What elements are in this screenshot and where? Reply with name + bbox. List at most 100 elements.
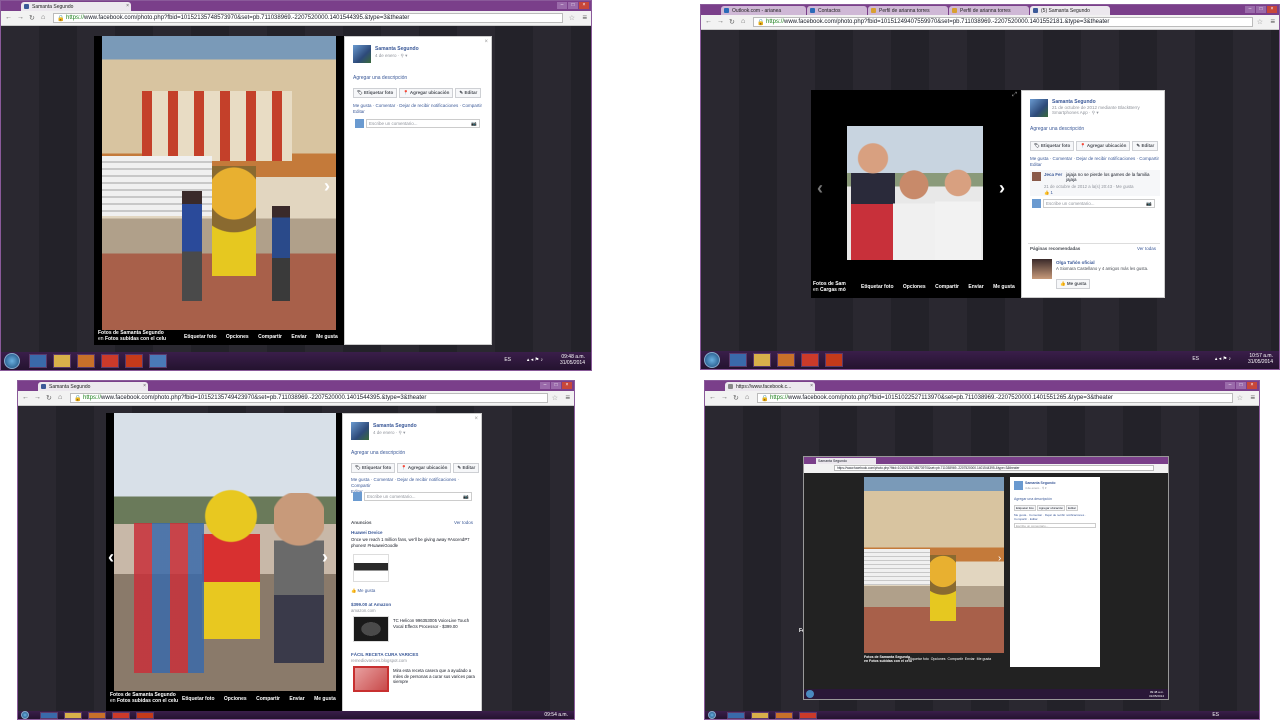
avatar[interactable] [351,422,369,440]
chrome-icon[interactable] [799,712,817,719]
tag-photo-link[interactable]: Etiquetar foto [184,334,217,340]
forward-icon[interactable]: → [717,18,724,25]
close-tab-icon[interactable]: × [126,3,129,9]
like-link[interactable]: Me gusta [316,334,338,340]
ad3-title[interactable]: FÁCIL RECETA CURA VARICES [351,652,418,657]
address-bar[interactable]: 🔒 https://www.facebook.com/photo.php?fbi… [53,13,563,23]
share-link[interactable]: Compartir [258,334,282,340]
internet-explorer-icon[interactable] [727,712,745,719]
media-player-icon[interactable] [77,354,95,368]
caption-album-link[interactable]: Fotos subidas con el celu [105,336,166,342]
menu-icon[interactable]: ≡ [582,13,587,22]
edit-button[interactable]: ✎ Editar [453,463,480,473]
maximize-button[interactable]: □ [1256,6,1266,13]
windows-start-icon[interactable] [21,711,29,719]
caption-album-link[interactable]: Fotos subidas con el celu [117,698,178,704]
minimize-button[interactable]: – [540,382,550,389]
powerpoint-icon[interactable] [825,353,843,367]
ad1-image[interactable] [353,554,389,582]
reload-icon[interactable]: ↻ [29,14,35,22]
back-icon[interactable]: ← [5,14,12,21]
maximize-button[interactable]: □ [568,2,578,9]
windows-start-icon[interactable] [708,711,716,719]
close-window-button[interactable]: × [1267,6,1277,13]
options-link[interactable]: Opciones [224,696,247,702]
clock[interactable]: 09:54 a.m. [544,712,568,718]
ad3-image[interactable] [353,666,389,692]
send-link[interactable]: Enviar [968,284,983,290]
post-date[interactable]: 21 de octubre de 2012 mediante BlackBerr… [1052,105,1160,115]
powerpoint-icon[interactable] [125,354,143,368]
windows-start-icon[interactable] [4,353,20,369]
maximize-button[interactable]: □ [1236,382,1246,389]
language-indicator[interactable]: ES [504,357,511,363]
prev-photo-arrow[interactable]: ‹ [817,178,823,199]
photo-family-lego[interactable] [114,413,336,691]
edit-button[interactable]: ✎ Editar [1132,141,1159,151]
recommended-name[interactable]: Olga Tañón oficial [1056,260,1095,265]
add-description-link[interactable]: Agregar una descripción [353,75,407,81]
chrome-icon[interactable] [101,354,119,368]
post-actions-line[interactable]: Me gusta · Comentar · Dejar de recibir n… [353,103,482,108]
file-explorer-icon[interactable] [53,354,71,368]
back-icon[interactable]: ← [705,18,712,25]
ads-see-all-link[interactable]: Ver todos [454,520,473,525]
add-location-button[interactable]: 📍 Agregar ubicación [1076,141,1131,151]
home-icon[interactable]: ⌂ [58,394,62,401]
commenter-avatar[interactable] [1032,172,1041,181]
close-tab-icon[interactable]: × [810,383,813,389]
options-link[interactable]: Opciones [903,284,926,290]
home-icon[interactable]: ⌂ [41,14,45,21]
menu-icon[interactable]: ≡ [1250,393,1255,402]
menu-icon[interactable]: ≡ [1270,17,1275,26]
reload-icon[interactable]: ↻ [729,18,735,26]
chrome-icon[interactable] [112,712,130,719]
file-explorer-icon[interactable] [64,712,82,719]
ad1-title[interactable]: Huawei Device [351,530,383,535]
windows-start-icon[interactable] [704,352,720,368]
bookmark-star-icon[interactable]: ☆ [552,394,558,402]
see-all-link[interactable]: Ver todas [1137,246,1156,251]
comment-author[interactable]: Jeca Fer [1044,172,1062,177]
camera-icon[interactable]: 📷 [1146,201,1152,207]
clock[interactable]: 10:57 a.m. 31/05/2014 [1248,353,1273,365]
tag-photo-button[interactable]: 🏷 Etiquetar foto [351,463,396,473]
bookmark-star-icon[interactable]: ☆ [569,14,575,22]
close-window-button[interactable]: × [562,382,572,389]
camera-icon[interactable]: 📷 [471,121,477,127]
post-date[interactable]: 4 de enero · ⚲ ▾ [375,53,407,59]
comment-meta[interactable]: 21 de octubre de 2012 a la(s) 20:43 · Me… [1044,184,1134,189]
comment-input[interactable]: Escribe un comentario... 📷 [364,492,472,501]
home-icon[interactable]: ⌂ [741,18,745,25]
browser-tab[interactable]: Samanta Segundo × [38,382,148,391]
add-location-button[interactable]: 📍 Agregar ubicación [399,88,454,98]
edit-action-link[interactable]: Editar [353,109,365,114]
next-photo-arrow[interactable]: › [324,176,330,197]
minimize-button[interactable]: – [557,2,567,9]
media-player-icon[interactable] [88,712,106,719]
ad1-like-button[interactable]: 👍 Me gusta [351,588,375,594]
send-link[interactable]: Enviar [289,696,304,702]
internet-explorer-icon[interactable] [40,712,58,719]
file-explorer-icon[interactable] [751,712,769,719]
minimize-button[interactable]: – [1225,382,1235,389]
comment-input[interactable]: Escribe un comentario... 📷 [366,119,480,128]
like-link[interactable]: Me gusta [993,284,1015,290]
like-link[interactable]: Me gusta [314,696,336,702]
ad2-title[interactable]: $399.00 at Amazon [351,602,391,607]
like-page-button[interactable]: 👍 Me gusta [1056,279,1091,289]
back-icon[interactable]: ← [709,394,716,401]
options-link[interactable]: Opciones [226,334,249,340]
file-explorer-icon[interactable] [753,353,771,367]
close-window-button[interactable]: × [579,2,589,9]
browser-tab[interactable]: Contactos [807,6,867,15]
address-bar[interactable]: 🔒 https://www.facebook.com/photo.php?fbi… [753,17,1253,27]
share-link[interactable]: Compartir [935,284,959,290]
forward-icon[interactable]: → [34,394,41,401]
bookmark-star-icon[interactable]: ☆ [1237,394,1243,402]
reload-icon[interactable]: ↻ [46,394,52,402]
edit-button[interactable]: ✎ Editar [455,88,482,98]
media-player-icon[interactable] [777,353,795,367]
home-icon[interactable]: ⌂ [745,394,749,401]
language-indicator[interactable]: ES [1192,356,1199,362]
